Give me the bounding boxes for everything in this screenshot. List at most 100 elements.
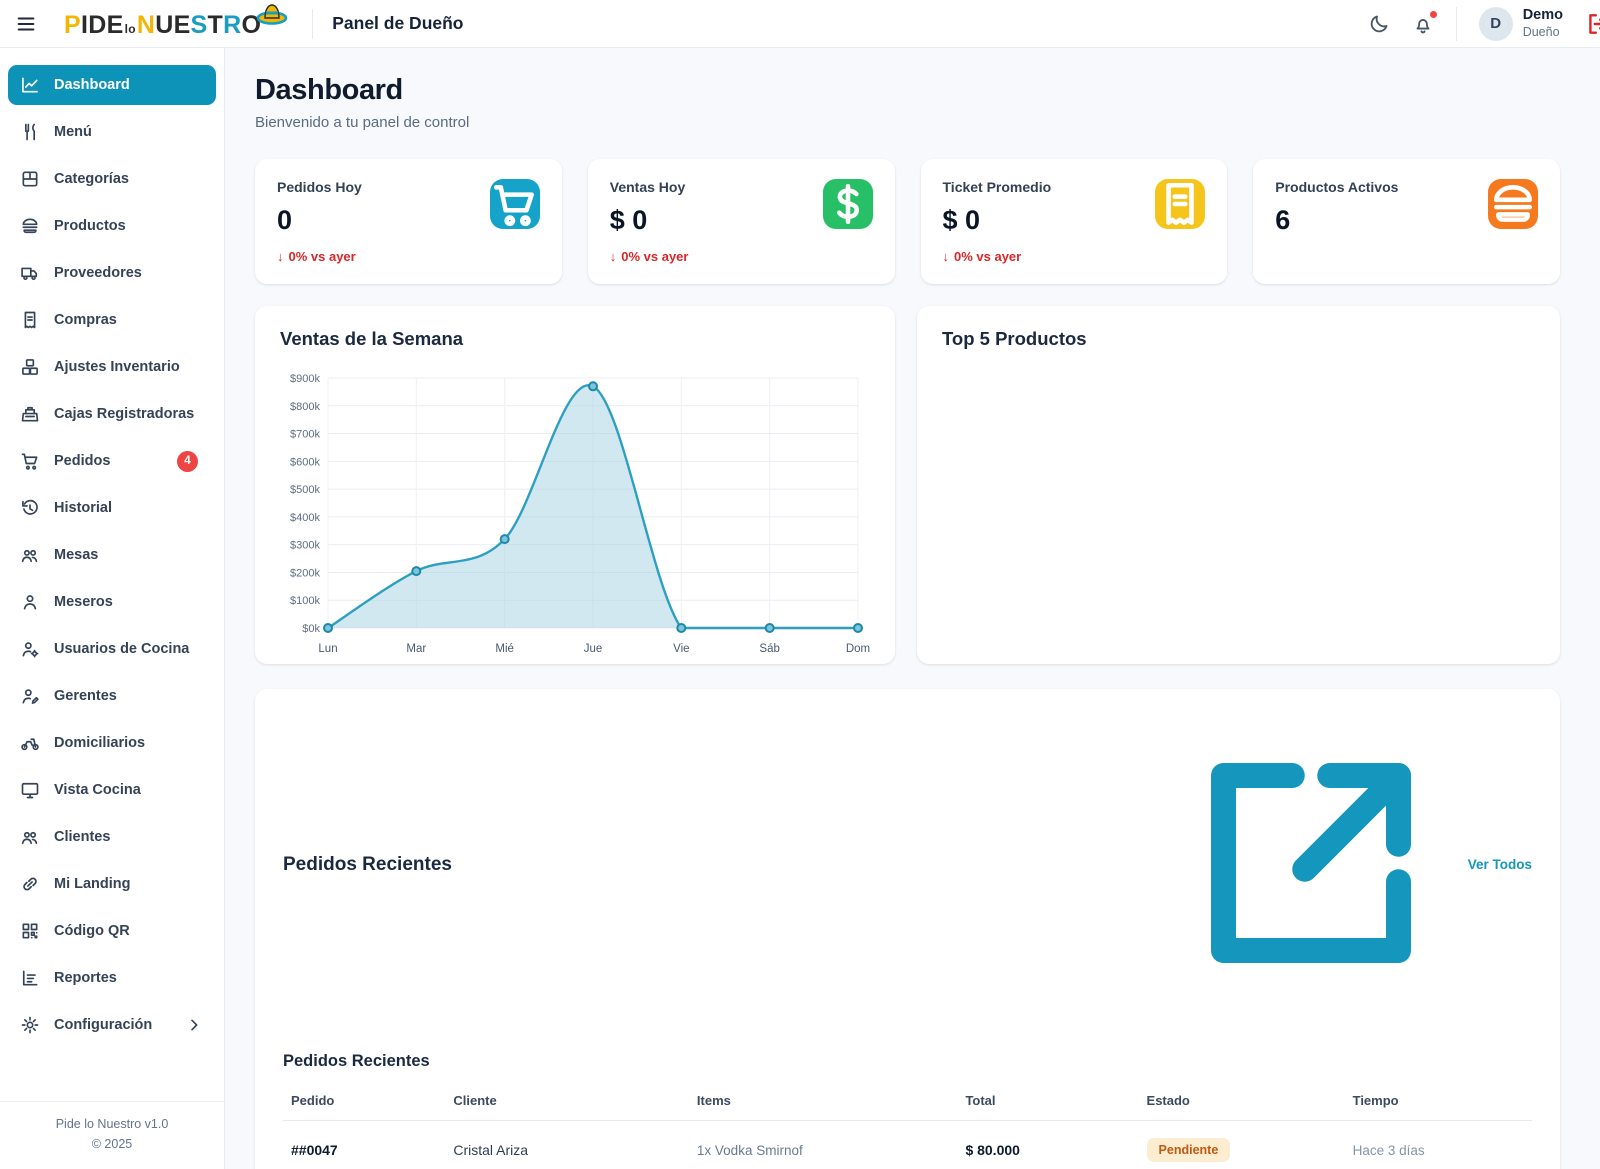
recent-orders-card: Pedidos Recientes Ver Todos Pedidos Reci… bbox=[255, 689, 1560, 1169]
logo-letter: R bbox=[223, 11, 241, 39]
svg-text:$200k: $200k bbox=[290, 567, 320, 579]
arrow-down-icon: ↓ bbox=[277, 249, 284, 264]
svg-text:Dom: Dom bbox=[846, 643, 870, 655]
top-header: PIDEloNUESTRO Panel de Dueño D Demo Dueñ… bbox=[0, 0, 1600, 48]
sidebar-item-codigo-qr[interactable]: Código QR bbox=[8, 911, 216, 951]
logout-button[interactable] bbox=[1585, 11, 1600, 37]
users-icon bbox=[20, 545, 40, 565]
svg-text:Jue: Jue bbox=[584, 643, 603, 655]
svg-text:Lun: Lun bbox=[318, 643, 337, 655]
dark-mode-toggle[interactable] bbox=[1368, 13, 1390, 35]
order-items: 1x Vodka Smirnof bbox=[689, 1121, 958, 1169]
sidebar-item-menu[interactable]: Menú bbox=[8, 112, 216, 152]
status-badge: Pendiente bbox=[1147, 1138, 1231, 1162]
logo-letter: E bbox=[107, 11, 124, 39]
receipt-icon bbox=[20, 310, 40, 330]
sidebar-item-domiciliarios[interactable]: Domiciliarios bbox=[8, 723, 216, 763]
svg-text:Mar: Mar bbox=[406, 643, 426, 655]
sidebar-item-categorias[interactable]: Categorías bbox=[8, 159, 216, 199]
logo-letter: N bbox=[137, 11, 155, 39]
user-pen-icon bbox=[20, 686, 40, 706]
dollar-icon bbox=[823, 179, 873, 229]
column-header-cliente: Cliente bbox=[445, 1083, 689, 1121]
chart-line-icon bbox=[20, 75, 40, 95]
sidebar-item-usuarios-de-cocina[interactable]: Usuarios de Cocina bbox=[8, 629, 216, 669]
history-icon bbox=[20, 498, 40, 518]
page-subtitle: Bienvenido a tu panel de control bbox=[255, 114, 1560, 131]
recent-orders-title: Pedidos Recientes bbox=[283, 854, 452, 876]
svg-text:$700k: $700k bbox=[290, 429, 320, 441]
sidebar-item-mesas[interactable]: Mesas bbox=[8, 535, 216, 575]
sidebar-item-cajas-registradoras[interactable]: Cajas Registradoras bbox=[8, 394, 216, 434]
sidebar-item-label: Proveedores bbox=[54, 265, 142, 281]
notification-dot bbox=[1429, 10, 1438, 19]
weekly-sales-title: Ventas de la Semana bbox=[280, 328, 870, 350]
sidebar-item-label: Mesas bbox=[54, 547, 98, 563]
sidebar-item-label: Reportes bbox=[54, 970, 117, 986]
sidebar-item-pedidos[interactable]: Pedidos4 bbox=[8, 441, 216, 481]
sidebar-item-label: Clientes bbox=[54, 829, 110, 845]
stat-card-productos-activos: Productos Activos6 bbox=[1253, 159, 1560, 284]
sidebar-item-label: Cajas Registradoras bbox=[54, 406, 194, 422]
user-role: Dueño bbox=[1523, 25, 1563, 40]
grid-icon bbox=[20, 169, 40, 189]
view-all-link[interactable]: Ver Todos bbox=[1161, 713, 1532, 1016]
logo-letter: E bbox=[174, 11, 191, 39]
sidebar-item-historial[interactable]: Historial bbox=[8, 488, 216, 528]
sidebar-item-proveedores[interactable]: Proveedores bbox=[8, 253, 216, 293]
svg-text:$800k: $800k bbox=[290, 401, 320, 413]
gear-icon bbox=[20, 1015, 40, 1035]
chart-point bbox=[766, 624, 774, 632]
column-header-estado: Estado bbox=[1139, 1083, 1345, 1121]
sidebar-item-label: Productos bbox=[54, 218, 126, 234]
recent-orders-table: PedidoClienteItemsTotalEstadoTiempo ##00… bbox=[283, 1083, 1532, 1169]
svg-text:$100k: $100k bbox=[290, 595, 320, 607]
hamburger-menu-icon[interactable] bbox=[15, 13, 37, 35]
logout-icon bbox=[1585, 24, 1600, 41]
burger-icon bbox=[20, 216, 40, 236]
stat-card-ticket-promedio: Ticket Promedio$ 0↓0% vs ayer bbox=[921, 159, 1228, 284]
sidebar-item-label: Historial bbox=[54, 500, 112, 516]
sidebar-item-configuracion[interactable]: Configuración bbox=[8, 1005, 216, 1045]
sidebar-item-gerentes[interactable]: Gerentes bbox=[8, 676, 216, 716]
truck-icon bbox=[20, 263, 40, 283]
bell-icon bbox=[1412, 22, 1434, 39]
external-link-icon bbox=[1161, 713, 1461, 1016]
svg-text:$300k: $300k bbox=[290, 540, 320, 552]
sidebar-item-vista-cocina[interactable]: Vista Cocina bbox=[8, 770, 216, 810]
brand-logo[interactable]: PIDEloNUESTRO bbox=[64, 7, 289, 40]
sidebar-item-meseros[interactable]: Meseros bbox=[8, 582, 216, 622]
sidebar-item-label: Usuarios de Cocina bbox=[54, 641, 189, 657]
sidebar-item-dashboard[interactable]: Dashboard bbox=[8, 65, 216, 105]
order-client: Cristal Ariza bbox=[445, 1121, 689, 1169]
sidebar-item-ajustes-inventario[interactable]: Ajustes Inventario bbox=[8, 347, 216, 387]
notifications-button[interactable] bbox=[1412, 13, 1434, 35]
sidebar-item-clientes[interactable]: Clientes bbox=[8, 817, 216, 857]
svg-text:Vie: Vie bbox=[673, 643, 689, 655]
top-products-title: Top 5 Productos bbox=[942, 328, 1535, 350]
column-header-total: Total bbox=[957, 1083, 1138, 1121]
users-icon bbox=[20, 827, 40, 847]
moon-icon bbox=[1368, 22, 1390, 39]
sidebar-item-label: Compras bbox=[54, 312, 117, 328]
sidebar-item-mi-landing[interactable]: Mi Landing bbox=[8, 864, 216, 904]
sidebar-item-reportes[interactable]: Reportes bbox=[8, 958, 216, 998]
sombrero-logo-icon bbox=[255, 0, 289, 32]
sidebar-item-label: Menú bbox=[54, 124, 92, 140]
user-menu[interactable]: D Demo Dueño bbox=[1456, 7, 1563, 41]
recent-orders-subtitle: Pedidos Recientes bbox=[283, 1052, 1532, 1071]
sidebar-item-productos[interactable]: Productos bbox=[8, 206, 216, 246]
sidebar-item-label: Meseros bbox=[54, 594, 113, 610]
main-content: Dashboard Bienvenido a tu panel de contr… bbox=[225, 48, 1600, 1169]
sidebar-item-compras[interactable]: Compras bbox=[8, 300, 216, 340]
table-row: ##0047Cristal Ariza1x Vodka Smirnof$ 80.… bbox=[283, 1121, 1532, 1169]
weekly-sales-chart: $0k$100k$200k$300k$400k$500k$600k$700k$8… bbox=[280, 364, 870, 664]
sidebar-item-label: Código QR bbox=[54, 923, 130, 939]
boxes-icon bbox=[20, 357, 40, 377]
logo-letter: U bbox=[155, 11, 173, 39]
sidebar-item-label: Categorías bbox=[54, 171, 129, 187]
user-icon bbox=[20, 592, 40, 612]
order-id: ##0047 bbox=[283, 1121, 445, 1169]
logo-letter: S bbox=[191, 11, 208, 39]
sidebar-item-label: Vista Cocina bbox=[54, 782, 141, 798]
